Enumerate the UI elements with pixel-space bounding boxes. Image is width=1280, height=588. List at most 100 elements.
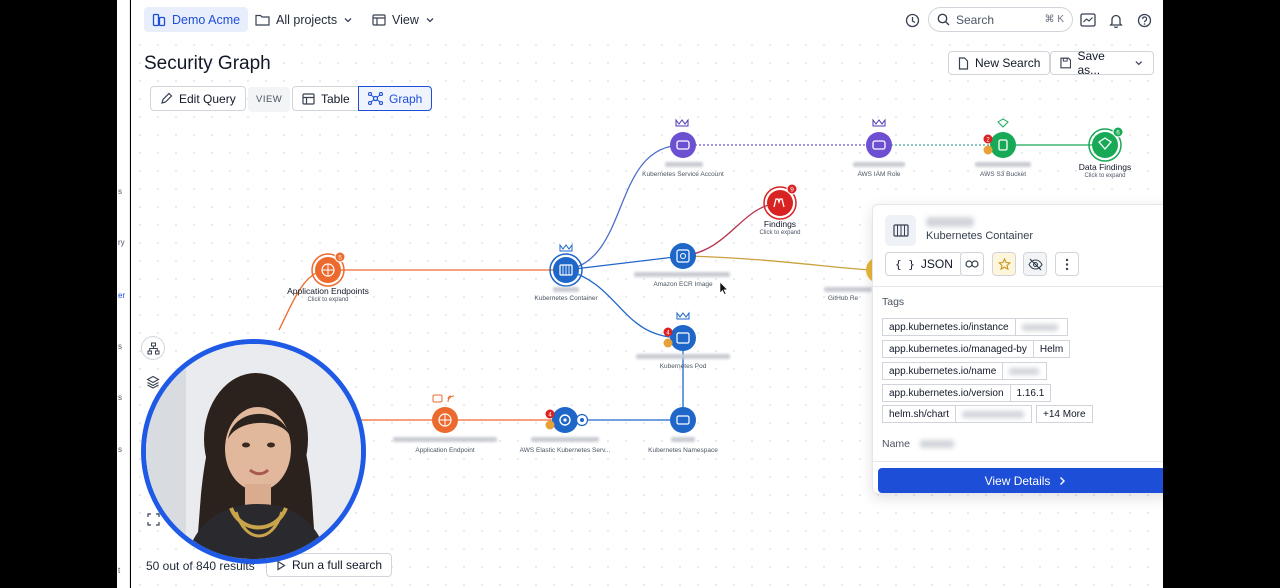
warning-badge: [983, 145, 993, 155]
graph-layout-tool[interactable]: [141, 336, 165, 360]
node-circle: [670, 132, 696, 158]
graph-node-application-endpoints[interactable]: 5 Application Endpoints Click to expand: [287, 251, 369, 303]
star-icon: [997, 257, 1011, 270]
hierarchy-icon: [147, 342, 159, 354]
node-label: Kubernetes Container: [534, 295, 598, 302]
sidebar-fragment: t: [118, 566, 121, 575]
tag-chart: helm.sh/chart +14 More: [882, 405, 1093, 423]
warning-badge: [545, 420, 555, 430]
blurred-name: [975, 162, 1031, 167]
node-label: Application Endpoint: [415, 447, 474, 454]
panel-divider: [873, 461, 1163, 462]
panel-divider: [873, 286, 1163, 287]
json-label: JSON: [920, 257, 953, 271]
node-label: Findings: [764, 219, 796, 229]
run-full-search-label: Run a full search: [292, 558, 383, 572]
favorite-button[interactable]: [992, 252, 1016, 276]
copy-link-button[interactable]: [960, 252, 984, 276]
video-frame: s ry er s s s t Demo Acme All projects V…: [0, 0, 1280, 588]
node-sublabel: Click to expand: [759, 230, 800, 236]
tag-key: app.kubernetes.io/instance: [882, 318, 1016, 336]
tag-value: 1.16.1: [1010, 384, 1052, 402]
crown-icon: [872, 118, 886, 127]
tag-key: app.kubernetes.io/managed-by: [882, 340, 1034, 358]
node-label: Kubernetes Namespace: [648, 447, 718, 454]
blurred-name: [393, 437, 497, 442]
node-label: Kubernetes Service Account: [642, 171, 724, 178]
name-value-redacted: [920, 440, 954, 448]
crown-icon: [559, 243, 573, 252]
blurred-name: [636, 354, 730, 359]
tag-managed-by: app.kubernetes.io/managed-by Helm: [882, 340, 1071, 358]
node-circle: [670, 325, 696, 351]
container-icon: [892, 224, 909, 237]
tags-title: Tags: [882, 296, 905, 308]
graph-edge: [682, 255, 873, 271]
node-circle: [1092, 132, 1118, 158]
tag-value-redacted: [1015, 318, 1068, 336]
crown-icon: [675, 118, 689, 127]
graph-node-aws-s3-bucket[interactable]: 2 AWS S3 Bucket: [975, 118, 1031, 178]
tag-value-redacted: [956, 405, 1033, 423]
presenter-video: [146, 344, 361, 559]
node-label: AWS IAM Role: [857, 171, 900, 178]
entity-detail-panel: Kubernetes Container { } JSON Tags app.k…: [872, 204, 1163, 494]
camera-icon: [432, 394, 443, 403]
view-details-button[interactable]: View Details: [878, 468, 1163, 493]
entity-type-badge: [885, 215, 916, 246]
sidebar-fragment: s: [118, 342, 122, 351]
sidebar-fragment: ry: [118, 238, 125, 247]
blurred-name: [853, 162, 905, 167]
mouse-cursor-icon: [719, 281, 729, 295]
count-badge-text: 5: [338, 255, 342, 262]
blurred-name: [671, 437, 695, 442]
sidebar-fragment: s: [118, 187, 122, 196]
node-sublabel: Click to expand: [307, 297, 348, 303]
graph-node-kubernetes-namespace[interactable]: Kubernetes Namespace: [648, 407, 718, 454]
graph-node-data-findings[interactable]: 6 Data Findings Click to expand: [1079, 126, 1131, 179]
expand-icon: [146, 512, 160, 526]
graph-node-aws-iam-role[interactable]: AWS IAM Role: [853, 118, 905, 178]
blurred-name: [665, 162, 703, 167]
node-label: Data Findings: [1079, 162, 1131, 172]
more-vertical-icon: [1065, 258, 1069, 270]
warning-badge: [663, 338, 673, 348]
sidebar-fragment: s: [118, 445, 122, 454]
tag-value-redacted: [1003, 362, 1048, 380]
node-circle: [670, 407, 696, 433]
crown-icon: [676, 311, 690, 320]
link-icon: [965, 260, 979, 268]
link-indicator-dot: [580, 418, 584, 422]
node-label: AWS Elastic Kubernetes Serv...: [520, 447, 611, 454]
more-tags-button[interactable]: +14 More: [1036, 405, 1093, 423]
sidebar-fragment: s: [118, 393, 122, 402]
hide-button[interactable]: [1023, 252, 1047, 276]
braces-icon: { }: [895, 257, 915, 271]
chevron-right-icon: [1060, 476, 1066, 485]
blurred-name: [634, 272, 730, 277]
tag-name: app.kubernetes.io/name: [882, 362, 1048, 380]
json-button[interactable]: { } JSON: [885, 252, 963, 276]
node-label: Amazon ECR Image: [653, 281, 713, 288]
gear-icon-center: [563, 418, 567, 422]
tag-key: app.kubernetes.io/name: [882, 362, 1004, 380]
blurred-name: [824, 287, 872, 292]
graph-node-findings[interactable]: 9 Findings Click to expand: [759, 183, 801, 236]
tag-version: app.kubernetes.io/version 1.16.1: [882, 384, 1052, 402]
node-sublabel: Click to expand: [1084, 173, 1125, 179]
node-label: Application Endpoints: [287, 286, 369, 296]
gem-icon: [997, 118, 1009, 128]
node-label: Kubernetes Pod: [660, 363, 707, 370]
node-label: AWS S3 Bucket: [980, 171, 1026, 178]
more-actions-button[interactable]: [1055, 252, 1079, 276]
node-label: GitHub Re: [828, 295, 859, 302]
graph-node-aws-eks-cluster[interactable]: 4 AWS Elastic Kubernetes Serv...: [520, 407, 611, 454]
node-circle: [866, 132, 892, 158]
graph-node-amazon-ecr-image[interactable]: Amazon ECR Image: [634, 243, 730, 288]
tag-value: Helm: [1033, 340, 1071, 358]
graph-node-application-endpoint[interactable]: Application Endpoint: [393, 394, 497, 454]
graph-node-kubernetes-container[interactable]: Kubernetes Container: [534, 243, 598, 302]
sidebar-fragment: er: [118, 291, 126, 300]
graph-node-k8s-service-account[interactable]: Kubernetes Service Account: [642, 118, 724, 178]
presenter-webcam-overlay: [141, 339, 366, 564]
